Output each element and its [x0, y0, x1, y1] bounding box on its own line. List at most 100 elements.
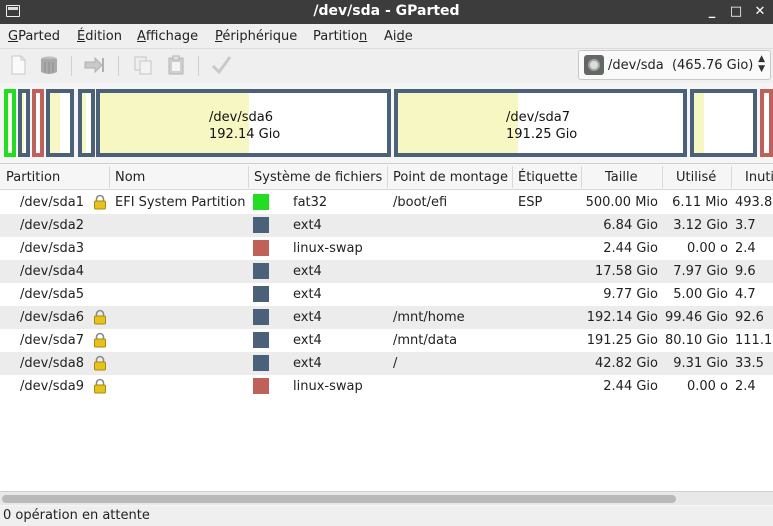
lock-icon [94, 194, 106, 210]
table-row[interactable]: /dev/sda5 ext4 9.77 Gio 5.00 Gio 4.7 [0, 283, 773, 306]
delete-icon[interactable] [38, 54, 60, 76]
filesystem-color-swatch [253, 309, 269, 325]
cell-partition: /dev/sda1 [20, 195, 84, 210]
copy-icon[interactable] [132, 54, 154, 76]
lock-icon [94, 378, 106, 394]
filesystem-color-swatch [253, 355, 269, 371]
toolbar-separator [71, 56, 72, 76]
table-row[interactable]: /dev/sda3 linux-swap 2.44 Gio 0.00 o 2.4 [0, 237, 773, 260]
partition-block-sda5[interactable] [78, 89, 95, 157]
menu-edition[interactable]: Édition [77, 29, 122, 44]
partition-block-sda8[interactable] [690, 89, 757, 157]
cell-used: 80.10 Gio [665, 333, 728, 348]
col-used[interactable]: Utilisé [676, 170, 716, 185]
cell-filesystem: ext4 [293, 287, 322, 302]
table-row[interactable]: /dev/sda9 linux-swap 2.44 Gio 0.00 o 2.4 [0, 375, 773, 398]
cell-unused: 2.4 [735, 379, 756, 394]
col-name[interactable]: Nom [115, 170, 145, 185]
cell-unused: 33.5 [735, 356, 764, 371]
cell-size: 2.44 Gio [603, 241, 658, 256]
maximize-button[interactable]: □ [728, 4, 744, 20]
filesystem-color-swatch [253, 286, 269, 302]
cell-filesystem: ext4 [293, 264, 322, 279]
menu-partition[interactable]: Partition [313, 29, 367, 44]
title-bar: /dev/sda - GParted _ □ ✕ [0, 0, 773, 24]
partition-block-name: /dev/sda7 [506, 110, 570, 125]
spin-arrows-icon[interactable]: ▲ ▼ [758, 54, 765, 74]
window-title: /dev/sda - GParted [313, 3, 460, 19]
cell-partition: /dev/sda6 [20, 310, 84, 325]
column-divider [662, 166, 663, 188]
menu-peripherique[interactable]: Périphérique [215, 29, 297, 44]
cell-partition: /dev/sda2 [20, 218, 84, 233]
cell-partition: /dev/sda5 [20, 287, 84, 302]
partition-block-sda1[interactable] [4, 89, 16, 157]
minimize-button[interactable]: _ [704, 4, 720, 20]
cell-used: 5.00 Gio [673, 287, 728, 302]
toolbar-separator [118, 56, 119, 76]
partition-block-sda9[interactable] [760, 89, 773, 157]
table-row[interactable]: /dev/sda8 ext4 / 42.82 Gio 9.31 Gio 33.5 [0, 352, 773, 375]
partition-block-sda4[interactable] [46, 89, 74, 157]
apply-icon[interactable] [210, 54, 232, 76]
table-row[interactable]: /dev/sda1 EFI System Partition fat32/boot/… [0, 191, 773, 214]
toolbar-separator [198, 56, 199, 76]
table-row[interactable]: /dev/sda6 ext4/mnt/home 192.14 Gio 99.46 Gi… [0, 306, 773, 329]
menu-affichage[interactable]: Affichage [137, 29, 198, 44]
column-divider [387, 166, 388, 188]
scrollbar-thumb[interactable] [2, 495, 676, 503]
paste-icon[interactable] [165, 54, 187, 76]
partition-block-sda3[interactable] [32, 89, 44, 157]
cell-used: 7.97 Gio [673, 264, 728, 279]
new-icon[interactable] [7, 54, 29, 76]
lock-icon [94, 332, 106, 348]
col-mountpoint[interactable]: Point de montage [393, 170, 508, 185]
pending-operations-status: 0 opération en attente [3, 508, 150, 523]
cell-size: 2.44 Gio [603, 379, 658, 394]
device-selector-value: /dev/sda (465.76 Gio) [608, 58, 754, 73]
resize-move-icon[interactable] [83, 54, 105, 76]
menu-bar: GParted Édition Affichage Périphérique P… [0, 24, 773, 49]
filesystem-color-swatch [253, 240, 269, 256]
cell-mountpoint: / [393, 356, 398, 371]
cell-unused: 4.7 [735, 287, 756, 302]
col-partition[interactable]: Partition [6, 170, 60, 185]
cell-unused: 3.7 [735, 218, 756, 233]
cell-used: 3.12 Gio [673, 218, 728, 233]
cell-used: 6.11 Mio [672, 195, 728, 210]
cell-size: 9.77 Gio [603, 287, 658, 302]
horizontal-scrollbar[interactable] [0, 491, 773, 505]
partition-block-sda2[interactable] [18, 89, 30, 157]
cell-partition: /dev/sda4 [20, 264, 84, 279]
cell-label: ESP [518, 195, 543, 210]
partition-block-sda7[interactable]: /dev/sda7 191.25 Gio [394, 89, 687, 157]
filesystem-color-swatch [253, 217, 269, 233]
table-header: Partition Nom Système de fichiers Point … [0, 164, 773, 190]
col-unused[interactable]: Inuti [745, 170, 773, 185]
table-row[interactable]: /dev/sda2 ext4 6.84 Gio 3.12 Gio 3.7 [0, 214, 773, 237]
device-selector[interactable]: /dev/sda (465.76 Gio) ▲ ▼ [578, 50, 771, 80]
cell-filesystem: linux-swap [293, 241, 363, 256]
menu-gparted[interactable]: GParted [8, 29, 60, 44]
col-label[interactable]: Étiquette [518, 170, 578, 185]
cell-filesystem: ext4 [293, 333, 322, 348]
cell-partition: /dev/sda3 [20, 241, 84, 256]
lock-icon [94, 355, 106, 371]
partition-block-sda6[interactable]: /dev/sda6 192.14 Gio [96, 89, 391, 157]
cell-unused: 111.1 [735, 333, 773, 348]
column-divider [248, 166, 249, 188]
lock-icon [94, 309, 106, 325]
menu-aide[interactable]: Aide [384, 29, 413, 44]
filesystem-color-swatch [253, 194, 269, 210]
cell-filesystem: ext4 [293, 218, 322, 233]
col-size[interactable]: Taille [605, 170, 638, 185]
table-row[interactable]: /dev/sda7 ext4/mnt/data 191.25 Gio 80.10 Gi… [0, 329, 773, 352]
table-row[interactable]: /dev/sda4 ext4 17.58 Gio 7.97 Gio 9.6 [0, 260, 773, 283]
cell-partition: /dev/sda8 [20, 356, 84, 371]
col-filesystem[interactable]: Système de fichiers [254, 170, 382, 185]
cell-unused: 2.4 [735, 241, 756, 256]
column-divider [581, 166, 582, 188]
cell-size: 17.58 Gio [595, 264, 658, 279]
close-button[interactable]: ✕ [752, 4, 768, 20]
cell-filesystem: ext4 [293, 310, 322, 325]
